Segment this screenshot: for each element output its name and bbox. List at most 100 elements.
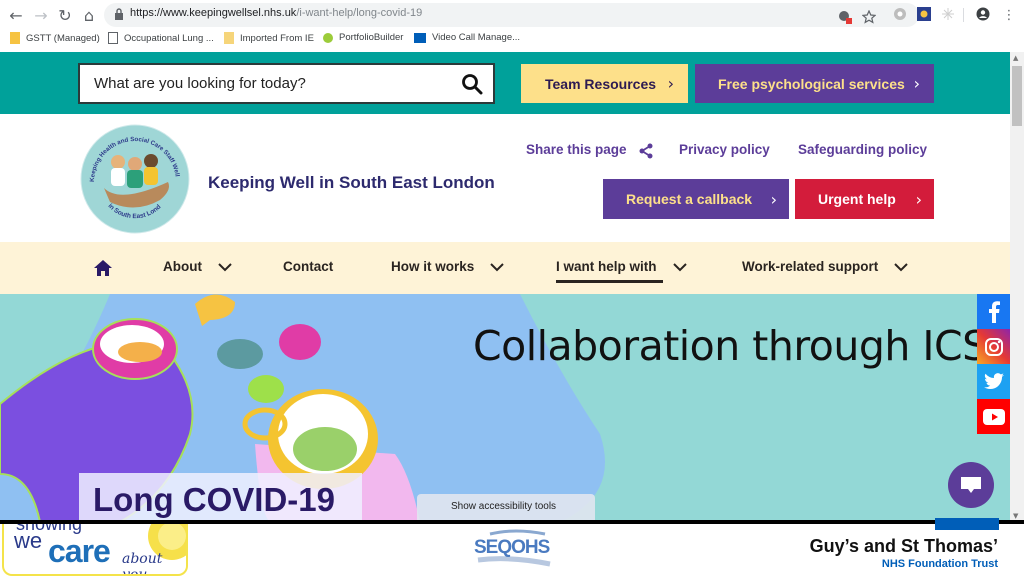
portfolio-icon: [323, 32, 333, 43]
folder-icon: [10, 32, 20, 44]
youtube-icon: [982, 408, 1005, 425]
instagram-icon: [984, 337, 1003, 356]
address-bar[interactable]: https://www.keepingwellsel.nhs.uk/i-want…: [104, 3, 919, 27]
seqohs-text: SEQOHS: [474, 537, 550, 558]
facebook-button[interactable]: [977, 294, 1010, 329]
translate-blocked-icon[interactable]: [838, 10, 852, 24]
showing-we-care-logo: showing we care about you: [2, 524, 188, 576]
back-button[interactable]: ←: [6, 5, 26, 25]
bookmark-item[interactable]: Imported From IE: [224, 32, 314, 44]
search-input[interactable]: What are you looking for today?: [78, 63, 495, 104]
bookmarks-bar: GSTT (Managed) Occupational Lung ... Imp…: [0, 29, 1024, 49]
callback-label: Request a callback: [626, 191, 753, 207]
scroll-up-arrow[interactable]: ▲: [1013, 54, 1018, 62]
home-icon[interactable]: [93, 259, 113, 277]
gst-name: Guy’s and St Thomas’: [809, 536, 998, 556]
page-icon: [108, 32, 118, 44]
bookmark-item[interactable]: Video Call Manage...: [414, 32, 520, 43]
instagram-button[interactable]: [977, 329, 1010, 364]
top-bar: What are you looking for today? Team Res…: [0, 52, 1010, 114]
free-psych-label: Free psychological services: [718, 75, 905, 92]
scroll-down-arrow[interactable]: ▼: [1013, 512, 1018, 520]
search-icon[interactable]: [461, 73, 483, 95]
bookmark-label: Video Call Manage...: [432, 32, 521, 43]
team-resources-button[interactable]: Team Resources ›: [521, 64, 688, 103]
extension-gear-icon[interactable]: [893, 7, 907, 21]
bookmark-item[interactable]: PortfolioBuilder: [323, 32, 403, 43]
team-resources-label: Team Resources: [545, 75, 657, 92]
bookmark-label: Imported From IE: [240, 32, 314, 44]
nhs-icon: [414, 32, 426, 43]
chevron-right-icon: ›: [915, 189, 922, 209]
chat-bubble-icon: [961, 477, 981, 493]
extension-sparkle-icon[interactable]: [941, 7, 955, 21]
nhs-logo: [935, 518, 999, 530]
chevron-down-icon: [218, 262, 232, 271]
home-button[interactable]: ⌂: [79, 5, 99, 25]
page-scrollbar[interactable]: ▲ ▼: [1010, 52, 1024, 522]
request-callback-button[interactable]: Request a callback ›: [603, 179, 789, 219]
active-nav-underline: [556, 280, 663, 283]
profile-icon[interactable]: [976, 7, 990, 21]
privacy-policy-link[interactable]: Privacy policy: [679, 142, 770, 157]
chevron-right-icon: ›: [913, 74, 920, 93]
url-path: /i-want-help/long-covid-19: [296, 7, 423, 19]
site-title[interactable]: Keeping Well in South East London: [208, 173, 495, 193]
share-link[interactable]: Share this page: [526, 142, 627, 157]
forward-button[interactable]: →: [31, 5, 51, 25]
nav-work-related-support[interactable]: Work-related support: [742, 259, 908, 274]
swc-line3: care: [48, 533, 111, 569]
nav-i-want-help-with[interactable]: I want help with: [556, 259, 687, 274]
youtube-button[interactable]: [977, 399, 1010, 434]
twitter-button[interactable]: [977, 364, 1010, 399]
show-accessibility-tools-button[interactable]: Show accessibility tools: [417, 494, 595, 522]
bookmark-item[interactable]: Occupational Lung ...: [108, 32, 214, 44]
chevron-right-icon: ›: [667, 74, 674, 93]
nav-label: I want help with: [556, 259, 657, 274]
nav-label: Work-related support: [742, 259, 879, 274]
urgent-label: Urgent help: [818, 191, 896, 207]
chevron-down-icon: [490, 262, 504, 271]
browser-chrome: ← → ↻ ⌂ https://www.keepingwellsel.nhs.u…: [0, 0, 1024, 50]
bookmark-label: PortfolioBuilder: [339, 32, 404, 43]
free-psychological-services-button[interactable]: Free psychological services ›: [695, 64, 934, 103]
twitter-icon: [983, 373, 1004, 390]
share-icon[interactable]: [638, 143, 654, 159]
lock-icon: [115, 8, 123, 20]
menu-kebab-icon[interactable]: ⋮: [999, 5, 1019, 25]
nav-how-it-works[interactable]: How it works: [391, 259, 504, 274]
bookmark-star-icon[interactable]: [862, 10, 876, 24]
gst-subtitle: NHS Foundation Trust: [881, 558, 998, 570]
site-header: Keeping Health and Social Care Staff Wel…: [0, 114, 1010, 242]
nav-label: Contact: [283, 259, 334, 274]
webpage: What are you looking for today? Team Res…: [0, 52, 1010, 522]
share-label: Share this page: [526, 142, 627, 157]
folder-icon: [224, 32, 234, 44]
swc-line4: about you: [122, 551, 163, 576]
chevron-down-icon: [672, 262, 687, 271]
safeguarding-policy-link[interactable]: Safeguarding policy: [798, 142, 927, 157]
slide-footer: showing we care about you SEQOHS Guy’s a…: [0, 518, 1024, 576]
facebook-icon: [988, 300, 1000, 323]
nav-label: How it works: [391, 259, 475, 274]
hero-heading-overlay: Collaboration through ICS: [473, 322, 988, 370]
nav-about[interactable]: About: [163, 259, 232, 274]
page-label-box: Long COVID-19: [79, 473, 362, 522]
toolbar-separator: [963, 8, 964, 22]
search-placeholder: What are you looking for today?: [94, 75, 306, 92]
bookmark-label: GSTT (Managed): [26, 32, 100, 44]
reload-button[interactable]: ↻: [55, 5, 75, 25]
url-text: https://www.keepingwellsel.nhs.uk/i-want…: [130, 7, 422, 19]
site-logo[interactable]: Keeping Health and Social Care Staff Wel…: [80, 124, 190, 234]
scroll-thumb[interactable]: [1012, 66, 1022, 126]
extension-sunset-icon[interactable]: [917, 7, 931, 21]
urgent-help-button[interactable]: Urgent help ›: [795, 179, 934, 219]
chat-button[interactable]: [948, 462, 994, 508]
nav-label: About: [163, 259, 202, 274]
bookmark-item[interactable]: GSTT (Managed): [10, 32, 100, 44]
url-host: https://www.keepingwellsel.nhs.uk: [130, 7, 297, 19]
hero-banner: Collaboration through ICS Long COVID-19 …: [0, 294, 1010, 522]
page-label: Long COVID-19: [93, 481, 336, 518]
nav-contact[interactable]: Contact: [283, 259, 333, 274]
swc-line2: we: [14, 528, 43, 553]
